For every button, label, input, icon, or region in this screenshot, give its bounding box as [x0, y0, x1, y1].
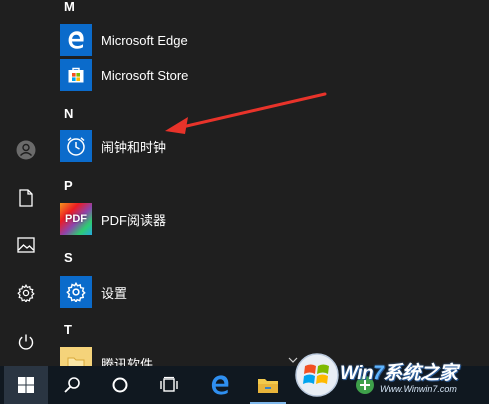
edge-logo-icon	[68, 31, 84, 49]
watermark-seven: 7	[373, 363, 384, 384]
user-avatar-icon	[16, 140, 36, 160]
pdf-tile-text: PDF	[65, 213, 87, 225]
settings-button[interactable]	[6, 275, 46, 311]
account-button[interactable]	[6, 132, 46, 168]
taskbar-edge[interactable]	[198, 366, 242, 404]
search-button[interactable]	[50, 366, 94, 404]
settings-gear-icon	[66, 282, 86, 302]
app-microsoft-edge[interactable]: Microsoft Edge	[60, 22, 360, 58]
store-tile	[60, 59, 92, 91]
app-label-settings: 设置	[101, 285, 128, 301]
start-menu: M Microsoft Edge Microsoft Store N 闹钟和时钟…	[0, 0, 489, 366]
letter-header-m[interactable]: M	[64, 0, 75, 14]
letter-header-s[interactable]: S	[64, 250, 73, 265]
letter-header-p[interactable]: P	[64, 178, 73, 193]
app-label-edge: Microsoft Edge	[101, 32, 188, 48]
watermark: Win7系统之家 Www.Winwin7.com	[292, 346, 489, 404]
app-alarms-clock[interactable]: 闹钟和时钟	[60, 128, 360, 164]
power-button[interactable]	[6, 324, 46, 360]
edge-icon	[211, 375, 229, 395]
alarm-clock-icon	[67, 137, 85, 156]
document-icon	[19, 189, 33, 207]
app-label-store: Microsoft Store	[101, 67, 189, 83]
cortana-button[interactable]	[98, 366, 142, 404]
start-menu-rail	[0, 0, 52, 366]
task-view-icon	[160, 376, 178, 392]
app-settings[interactable]: 设置	[60, 274, 360, 310]
search-icon	[64, 377, 80, 393]
pictures-button[interactable]	[6, 227, 46, 263]
app-label-pdf: PDF阅读器	[101, 212, 167, 228]
taskbar-file-explorer[interactable]	[246, 366, 290, 404]
cortana-icon	[112, 377, 128, 393]
app-list: M Microsoft Edge Microsoft Store N 闹钟和时钟…	[52, 0, 489, 366]
folder-icon	[67, 357, 85, 366]
watermark-logo-text: Win7系统之家	[340, 358, 458, 385]
alarms-tile	[60, 130, 92, 162]
documents-button[interactable]	[6, 180, 46, 216]
power-icon	[18, 334, 34, 350]
gear-icon	[17, 284, 35, 302]
store-bag-icon	[68, 67, 84, 83]
pictures-icon	[17, 237, 35, 253]
app-label-alarms: 闹钟和时钟	[101, 139, 167, 155]
windows-logo-icon	[18, 377, 34, 393]
app-label-tencent: 腾讯软件	[101, 356, 154, 367]
watermark-win: Win	[340, 363, 374, 384]
start-button[interactable]	[4, 366, 48, 404]
pdf-tile: PDF	[60, 203, 92, 235]
app-microsoft-store[interactable]: Microsoft Store	[60, 57, 360, 93]
task-view-button[interactable]	[147, 366, 191, 404]
app-pdf-reader[interactable]: PDF PDF阅读器	[60, 201, 360, 237]
settings-tile	[60, 276, 92, 308]
win7-logo-icon	[295, 353, 339, 397]
file-explorer-icon	[258, 379, 278, 393]
letter-header-t[interactable]: T	[64, 322, 72, 337]
edge-tile	[60, 24, 92, 56]
tencent-folder-tile	[60, 347, 92, 366]
watermark-url: Www.Winwin7.com	[380, 384, 457, 394]
watermark-site-name: 系统之家	[383, 363, 458, 384]
letter-header-n[interactable]: N	[64, 106, 73, 121]
